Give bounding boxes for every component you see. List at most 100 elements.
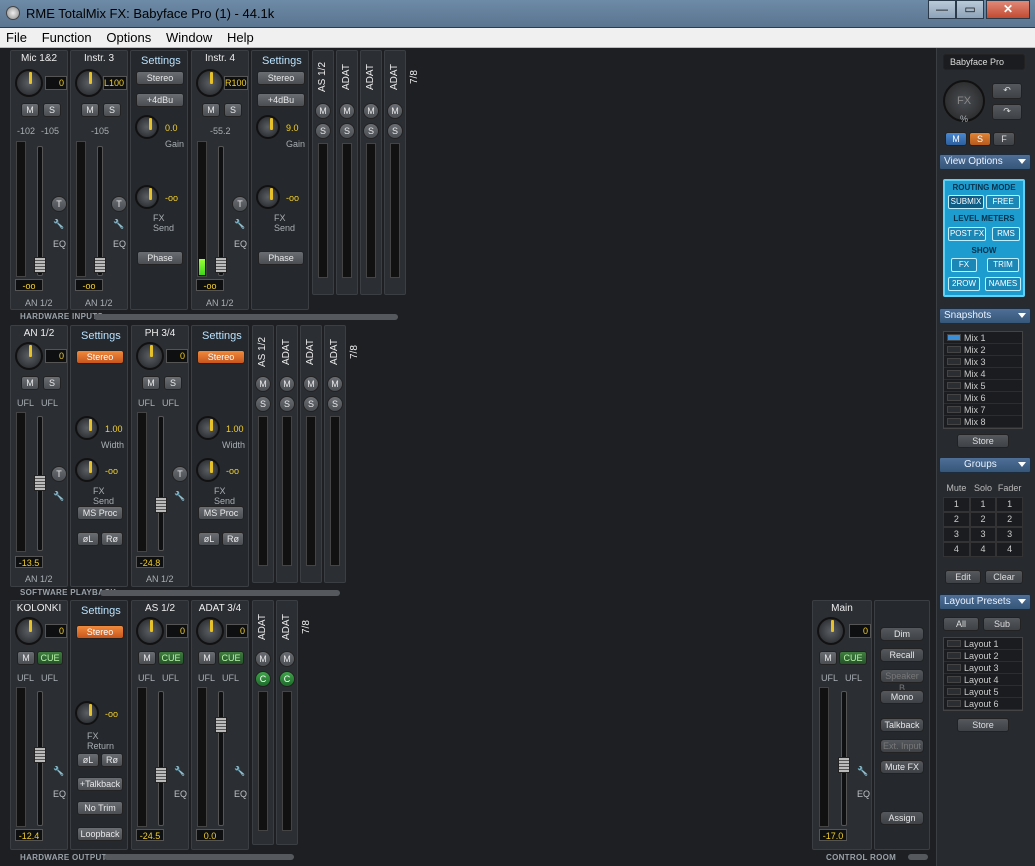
group-cell[interactable]: 4 [996,542,1024,557]
mute-button[interactable]: M [138,651,156,665]
fx-send-knob[interactable] [135,185,159,209]
stereo-button[interactable]: Stereo [76,625,124,639]
cue-button[interactable]: CUE [37,651,63,665]
mute-button[interactable]: M [819,651,837,665]
solo-button[interactable]: S [327,396,343,412]
talkback-button[interactable]: Talkback [880,718,924,732]
solo-button[interactable]: S [43,103,61,117]
eq-label[interactable]: EQ [53,789,66,799]
phase-left-button[interactable]: øL [77,753,99,767]
menu-options[interactable]: Options [100,28,157,45]
groups-header[interactable]: Groups [939,457,1031,473]
mute-button[interactable]: M [255,651,271,667]
mute-button[interactable]: M [255,376,271,392]
snapshot-item[interactable]: Mix 4 [944,368,1022,380]
show-2row-button[interactable]: 2ROW [948,277,980,291]
wrench-icon[interactable]: 🔧 [857,766,868,777]
mix-mode-m[interactable]: M [945,132,967,146]
wrench-icon[interactable]: 🔧 [234,766,245,777]
stereo-button[interactable]: Stereo [136,71,184,85]
layout-all-button[interactable]: All [943,617,979,631]
wrench-icon[interactable]: 🔧 [53,491,64,502]
group-cell[interactable]: 2 [996,512,1024,527]
solo-button[interactable]: S [255,396,271,412]
solo-button[interactable]: S [303,396,319,412]
volume-fader[interactable] [155,691,167,826]
solo-button[interactable]: S [339,123,355,139]
menu-window[interactable]: Window [160,28,218,45]
gain-knob[interactable] [135,115,159,139]
eq-label[interactable]: EQ [234,239,247,249]
control-room-scrollbar[interactable] [908,854,928,860]
wrench-icon[interactable]: 🔧 [234,219,245,230]
stereo-button[interactable]: Stereo [76,350,124,364]
mute-button[interactable]: M [142,376,160,390]
phase-right-button[interactable]: Rø [101,532,123,546]
recall-button[interactable]: Recall [880,648,924,662]
snapshot-item[interactable]: Mix 7 [944,404,1022,416]
wrench-icon[interactable]: 🔧 [113,219,124,230]
phase-button[interactable]: Phase [137,251,183,265]
wrench-icon[interactable]: 🔧 [53,766,64,777]
loopback-button[interactable]: Loopback [77,827,123,841]
gain-knob[interactable] [15,69,43,97]
redo-icon[interactable]: ↷ [992,104,1022,120]
snapshot-item[interactable]: Mix 8 [944,416,1022,428]
layout-item[interactable]: Layout 6 [944,698,1022,710]
mute-button[interactable]: M [279,376,295,392]
mute-button[interactable]: M [198,651,216,665]
phase-left-button[interactable]: øL [77,532,99,546]
phase-left-button[interactable]: øL [198,532,220,546]
hardware-inputs-scrollbar[interactable] [94,314,398,320]
trim-button[interactable]: T [232,196,248,212]
width-knob[interactable] [196,416,220,440]
show-fx-button[interactable]: FX [951,258,977,272]
mix-mode-f[interactable]: F [993,132,1015,146]
software-playback-scrollbar[interactable] [100,590,340,596]
gain-knob[interactable] [196,617,224,645]
groups-clear-button[interactable]: Clear [985,570,1023,584]
group-cell[interactable]: 3 [969,527,997,542]
solo-button[interactable]: S [164,376,182,390]
group-cell[interactable]: 4 [969,542,997,557]
snapshot-store-button[interactable]: Store [957,434,1009,448]
cue-button[interactable]: CUE [839,651,867,665]
gain-knob[interactable] [256,115,280,139]
fx-send-knob[interactable] [196,458,220,482]
mute-button[interactable]: M [327,376,343,392]
volume-fader[interactable] [34,691,46,826]
mute-fx-button[interactable]: Mute FX [880,760,924,774]
trim-button[interactable]: T [172,466,188,482]
group-cell[interactable]: 3 [996,527,1024,542]
mute-button[interactable]: M [21,103,39,117]
speaker-b-button[interactable]: Speaker B [880,669,924,693]
pan-knob[interactable] [75,69,103,97]
show-names-button[interactable]: NAMES [985,277,1021,291]
gain-knob[interactable] [136,342,164,370]
close-button[interactable]: ✕ [986,0,1030,19]
gain-knob[interactable] [817,617,845,645]
solo-button[interactable]: S [363,123,379,139]
group-cell[interactable]: 4 [943,542,970,557]
volume-fader[interactable] [94,146,106,276]
snapshots-header[interactable]: Snapshots [939,308,1031,324]
phase-right-button[interactable]: Rø [222,532,244,546]
post-fx-button[interactable]: POST FX [948,227,986,241]
mute-button[interactable]: M [202,103,220,117]
eq-label[interactable]: EQ [234,789,247,799]
pan-knob[interactable] [196,69,224,97]
layout-sub-button[interactable]: Sub [983,617,1021,631]
mute-button[interactable]: M [21,376,39,390]
layout-item[interactable]: Layout 3 [944,662,1022,674]
solo-button[interactable]: S [387,123,403,139]
maximize-button[interactable]: ▭ [956,0,984,19]
device-select[interactable]: Babyface Pro [943,54,1025,70]
ms-proc-button[interactable]: MS Proc [77,506,123,520]
layout-item[interactable]: Layout 4 [944,674,1022,686]
gain-knob[interactable] [136,617,164,645]
volume-fader[interactable] [155,416,167,551]
show-trim-button[interactable]: TRIM [987,258,1019,272]
layout-store-button[interactable]: Store [957,718,1009,732]
layout-item[interactable]: Layout 1 [944,638,1022,650]
volume-fader[interactable] [215,691,227,826]
